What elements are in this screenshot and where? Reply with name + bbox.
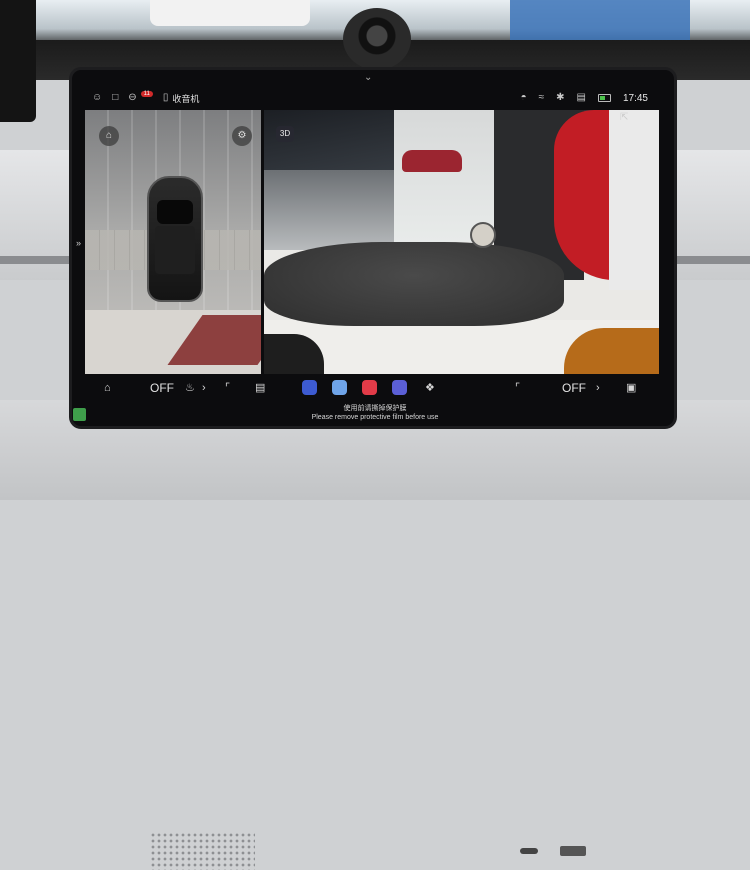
- air-vent-left: [0, 256, 80, 264]
- seat-heat-icon[interactable]: ♨: [185, 380, 195, 396]
- notice-chinese: 使用前请撕掉保护膜: [343, 405, 407, 412]
- notice-english: Please remove protective film before use: [311, 414, 439, 421]
- vehicle-roof: [155, 226, 195, 274]
- screen-control-icon[interactable]: ▣: [626, 380, 636, 396]
- car-settings-icon[interactable]: ▤: [255, 380, 265, 396]
- red-car: [402, 150, 462, 172]
- lock-icon[interactable]: □: [112, 91, 118, 105]
- white-wall: [609, 110, 659, 290]
- windshield-blue-sign: [510, 0, 690, 40]
- 3d-camera-view[interactable]: [264, 110, 659, 374]
- windshield-car-reflection: [150, 0, 310, 26]
- bottom-dock: ⌂ OFF ♨ › ⌜ ▤ ❖ ⌜ OFF › ▣: [92, 376, 658, 402]
- car-app-icon[interactable]: [302, 380, 317, 395]
- phone-icon[interactable]: [392, 380, 407, 395]
- status-left: ☺ □ ⊖ 11 ▯ 收音机: [92, 91, 199, 105]
- floor-mat: [264, 242, 564, 326]
- 3d-mode-button[interactable]: 3D: [276, 126, 294, 142]
- usb-port: [520, 848, 538, 854]
- left-wall: [264, 170, 394, 250]
- camera-settings-icon[interactable]: ⚙: [232, 126, 252, 146]
- floor-object: [470, 222, 496, 248]
- signal-icon: ▤: [576, 92, 586, 103]
- battery-icon: [597, 94, 611, 102]
- air-vent-right: [668, 256, 750, 264]
- exit-icon[interactable]: ⇱: [620, 112, 628, 123]
- seat-icon[interactable]: ⌜: [225, 380, 230, 396]
- wifi-icon: ≈: [538, 92, 545, 103]
- seat-right-icon[interactable]: ⌜: [515, 380, 520, 396]
- chevron-right-icon-2[interactable]: ›: [596, 380, 600, 396]
- radio-icon: ▯: [162, 92, 169, 103]
- status-right: ◓ ≈ ✱ ▤ 17:45: [521, 91, 648, 105]
- usb-port-a: [560, 846, 586, 856]
- left-fan-status[interactable]: OFF: [150, 380, 174, 396]
- pull-down-handle[interactable]: ⌄: [364, 72, 372, 83]
- expand-arrow-icon[interactable]: »: [76, 238, 81, 248]
- interior-camera: [343, 8, 411, 70]
- speaker-grille: [150, 832, 255, 870]
- clock-time: 17:45: [622, 92, 648, 104]
- vehicle-windshield: [157, 200, 193, 224]
- status-bar: ☺ □ ⊖ 11 ▯ 收音机 ◓ ≈ ✱ ▤ 17:45: [92, 88, 658, 110]
- protective-film-notice: 使用前请撕掉保护膜 Please remove protective film …: [0, 404, 750, 422]
- home-view-icon[interactable]: ⌂: [99, 126, 119, 146]
- bluetooth-icon: ✱: [556, 92, 565, 103]
- navigation-icon[interactable]: [332, 380, 347, 395]
- instrument-display: [0, 0, 36, 122]
- chevron-right-icon[interactable]: ›: [202, 380, 206, 396]
- apps-icon[interactable]: ❖: [425, 380, 435, 396]
- screen-corner-app-icon[interactable]: [73, 408, 86, 421]
- shield-icon: ◓: [520, 92, 527, 103]
- now-playing-label[interactable]: 收音机: [172, 92, 199, 105]
- home-icon[interactable]: ⌂: [104, 380, 111, 396]
- notification-badge: 11: [140, 91, 153, 97]
- right-fan-status[interactable]: OFF: [562, 380, 586, 396]
- notification-icon[interactable]: ⊖: [128, 91, 136, 105]
- vehicle-top-model: [147, 176, 203, 302]
- music-icon[interactable]: [362, 380, 377, 395]
- user-icon[interactable]: ☺: [92, 91, 102, 105]
